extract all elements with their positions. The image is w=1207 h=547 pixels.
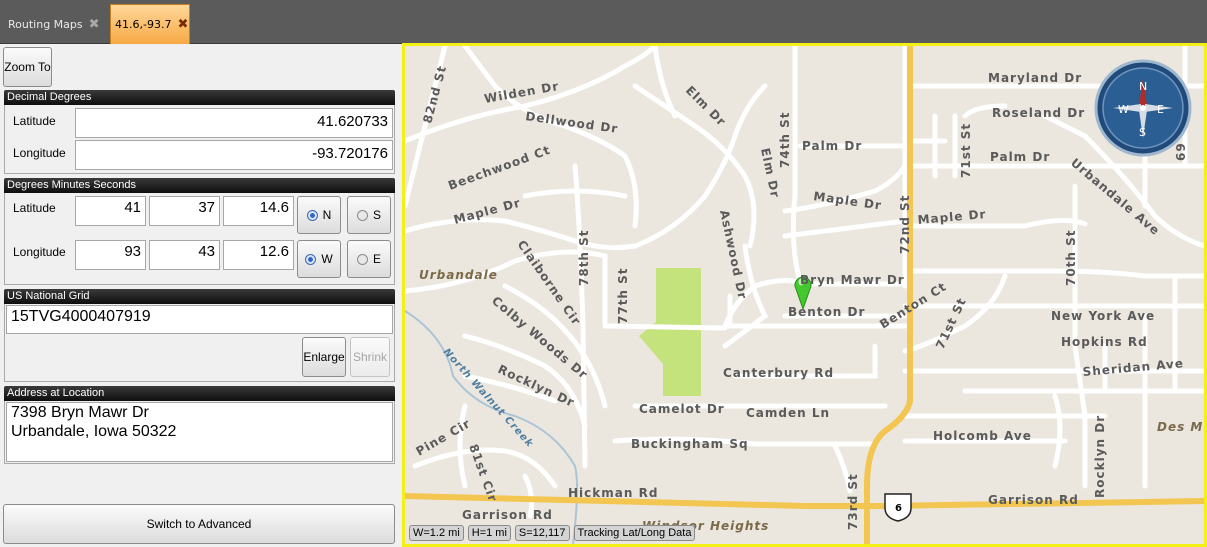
tab-coordinates[interactable]: 41.6,-93.7 ✖	[110, 4, 190, 44]
label-garrison-rd: Garrison Rd	[462, 508, 553, 522]
map-scale-readout: S=12,117	[514, 525, 570, 541]
south-label: S	[372, 208, 381, 222]
label-70th-st: 70th St	[1064, 229, 1078, 286]
label-holcomb: Holcomb Ave	[933, 429, 1032, 443]
app-window: Routing Maps ✖ 41.6,-93.7 ✖ Zoom To Deci…	[0, 0, 1207, 547]
switch-to-advanced-button[interactable]: Switch to Advanced	[3, 504, 395, 544]
lon-minutes-field[interactable]: 43	[149, 240, 220, 270]
north-radio[interactable]: N	[297, 196, 341, 234]
label-beechwood: Beechwood Ct	[446, 143, 552, 193]
label-82nd-st: 82nd St	[420, 64, 449, 125]
tab-strip: Routing Maps ✖ 41.6,-93.7 ✖	[0, 0, 1207, 44]
enlarge-button[interactable]: Enlarge	[302, 337, 346, 377]
label-camelot: Camelot Dr	[639, 402, 725, 416]
decimal-degrees-header: Decimal Degrees	[4, 90, 395, 105]
compass-icon[interactable]	[1094, 59, 1192, 157]
label-71st-st: 71st St	[959, 123, 973, 178]
label-palm-dr-east: Palm Dr	[990, 150, 1050, 164]
radio-unselected-icon	[356, 209, 368, 221]
label-72nd-st: 72nd St	[898, 195, 912, 254]
label-des-moines: Des M	[1157, 420, 1203, 434]
latitude-label: Latitude	[13, 114, 56, 128]
label-palm-dr: Palm Dr	[802, 139, 862, 153]
address-field[interactable]: 7398 Bryn Mawr Dr Urbandale, Iowa 50322	[6, 402, 393, 462]
dms-longitude-label: Longitude	[13, 245, 66, 259]
west-label: W	[321, 252, 333, 266]
lat-degrees-field[interactable]: 41	[75, 196, 146, 226]
label-hopkins: Hopkins Rd	[1061, 335, 1148, 349]
decimal-longitude-field[interactable]: -93.720176	[75, 140, 393, 170]
lon-seconds-field[interactable]: 12.6	[223, 240, 294, 270]
map-height-readout: H=1 mi	[467, 525, 511, 541]
west-radio[interactable]: W	[297, 240, 341, 278]
address-header: Address at Location	[4, 386, 395, 401]
lon-degrees-field[interactable]: 93	[75, 240, 146, 270]
label-sheridan: Sheridan Ave	[1082, 356, 1184, 379]
label-74th-st: 74th St	[778, 111, 792, 168]
south-radio[interactable]: S	[347, 196, 391, 234]
location-panel: Zoom To Decimal Degrees Latitude 41.6207…	[0, 44, 400, 547]
tab-label: 41.6,-93.7	[115, 18, 172, 31]
dms-header: Degrees Minutes Seconds	[4, 178, 395, 193]
compass-n-label: N	[1139, 80, 1147, 93]
close-icon[interactable]: ✖	[89, 17, 100, 32]
label-urbandale: Urbandale	[419, 268, 498, 282]
compass-e-label: E	[1157, 103, 1164, 116]
longitude-label: Longitude	[13, 146, 66, 160]
label-bryn-mawr: Bryn Mawr Dr	[800, 273, 905, 287]
usng-field[interactable]: 15TVG4000407919	[6, 305, 393, 334]
map-status-bar: W=1.2 mi H=1 mi S=12,117 Tracking Lat/Lo…	[409, 525, 696, 541]
label-73rd-st: 73rd St	[846, 473, 860, 530]
map-width-readout: W=1.2 mi	[409, 525, 464, 541]
label-canterbury: Canterbury Rd	[723, 366, 834, 380]
radio-selected-icon	[305, 253, 317, 265]
street-map: N E S W 6 Maryland Dr Roseland Dr Palm D…	[405, 46, 1204, 544]
address-line-2: Urbandale, Iowa 50322	[11, 423, 177, 440]
map-view[interactable]: N E S W 6 Maryland Dr Roseland Dr Palm D…	[402, 43, 1207, 547]
label-camden: Camden Ln	[746, 406, 830, 420]
tab-label: Routing Maps	[8, 17, 83, 31]
label-roseland: Roseland Dr	[992, 106, 1085, 120]
close-icon[interactable]: ✖	[177, 17, 188, 32]
tracking-status: Tracking Lat/Long Data	[573, 525, 696, 541]
east-radio[interactable]: E	[347, 240, 391, 278]
compass-w-label: W	[1118, 103, 1129, 116]
compass-s-label: S	[1139, 126, 1146, 139]
east-label: E	[372, 252, 381, 266]
radio-unselected-icon	[356, 253, 368, 265]
park-area	[639, 268, 701, 396]
north-label: N	[322, 208, 332, 222]
label-78th-st: 78th St	[577, 229, 591, 286]
label-hickman: Hickman Rd	[568, 486, 658, 500]
label-dellwood: Dellwood Dr	[525, 109, 620, 136]
route-shield-label: 6	[895, 503, 902, 514]
dms-latitude-label: Latitude	[13, 201, 56, 215]
lat-seconds-field[interactable]: 14.6	[223, 196, 294, 226]
label-69th: 69	[1174, 142, 1188, 161]
label-buckingham: Buckingham Sq	[631, 437, 749, 451]
usng-header: US National Grid	[4, 289, 395, 304]
radio-selected-icon	[306, 209, 318, 221]
label-garrison-rd-2: Garrison Rd	[988, 493, 1079, 507]
lat-minutes-field[interactable]: 37	[149, 196, 220, 226]
label-benton-dr: Benton Dr	[788, 305, 865, 319]
label-maryland: Maryland Dr	[988, 71, 1082, 85]
decimal-latitude-field[interactable]: 41.620733	[75, 108, 393, 138]
label-rocklyn-2: Rocklyn Dr	[1093, 415, 1107, 498]
tab-routing-maps[interactable]: Routing Maps ✖	[0, 4, 106, 44]
label-77th-st: 77th St	[616, 267, 630, 324]
shrink-button[interactable]: Shrink	[350, 337, 390, 377]
address-line-1: 7398 Bryn Mawr Dr	[11, 404, 149, 421]
label-new-york: New York Ave	[1051, 309, 1155, 323]
zoom-to-button[interactable]: Zoom To	[3, 47, 52, 87]
